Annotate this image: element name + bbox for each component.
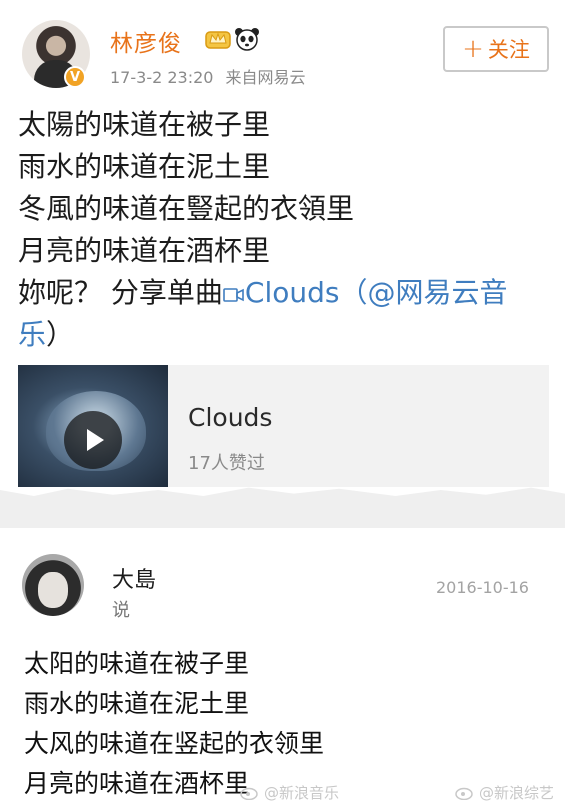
post-line: 月亮的味道在酒杯里 [18,234,271,267]
post-line: 冬風的味道在豎起的衣領里 [18,192,355,225]
post-line: 雨水的味道在泥土里 [24,689,250,718]
mention-close: ） [46,318,75,351]
card-likes: 17人赞过 [188,453,265,474]
post-source[interactable]: 来自网易云 [225,68,305,87]
follow-label: 关注 [487,38,530,62]
comment-post: 大島 说 2016-10-16 太阳的味道在被子里 雨水的味道在泥土里 大风的味… [0,528,565,810]
weibo-post: V 林彦俊 17-3-2 23:20 来自网易云 + 关注 太陽的味道在被子里 雨水… [0,0,565,490]
watermark: @新浪综艺 [455,782,554,803]
post-time[interactable]: 17-3-2 23:20 [110,68,213,87]
music-card[interactable]: Clouds 17人赞过 [18,365,549,487]
share-line: 妳呢？ 分享单曲 Clouds（@网易云音乐） [18,272,548,356]
post-line: 雨水的味道在泥土里 [18,150,271,183]
avatar[interactable] [22,554,84,616]
mention-open: （ [339,276,368,309]
post-line: 太陽的味道在被子里 [18,108,271,141]
watermark-text: @新浪音乐 [264,784,340,802]
verified-badge-icon: V [64,66,86,88]
weibo-icon [240,787,258,800]
share-prefix: 妳呢？ 分享单曲 [18,276,223,309]
weibo-icon [455,787,473,800]
song-link-text: Clouds [244,276,340,309]
author-name[interactable]: 林彦俊 [110,24,182,58]
play-button[interactable] [64,411,122,469]
post-line: 大风的味道在竖起的衣领里 [24,729,325,758]
post-date: 2016-10-16 [436,578,529,597]
post-text: 太陽的味道在被子里 雨水的味道在泥土里 冬風的味道在豎起的衣領里 月亮的味道在酒… [18,104,548,356]
post-text: 太阳的味道在被子里 雨水的味道在泥土里 大风的味道在竖起的衣领里 月亮的味道在酒… [24,644,324,804]
album-cover [18,365,168,487]
song-link[interactable]: Clouds [223,276,340,309]
post-line: 太阳的味道在被子里 [24,649,250,678]
music-card-icon [223,288,244,302]
follow-button[interactable]: + 关注 [443,26,549,72]
watermark-text: @新浪综艺 [479,784,555,802]
crown-icon [205,31,231,49]
post-action: 说 [112,600,130,621]
author-name[interactable]: 大島 [112,562,156,594]
watermark: @新浪音乐 [240,782,339,803]
card-title: Clouds [188,403,273,432]
panda-icon [235,28,259,51]
post-meta: 17-3-2 23:20 来自网易云 [110,64,317,88]
plus-icon: + [462,34,484,64]
play-icon [87,429,104,451]
